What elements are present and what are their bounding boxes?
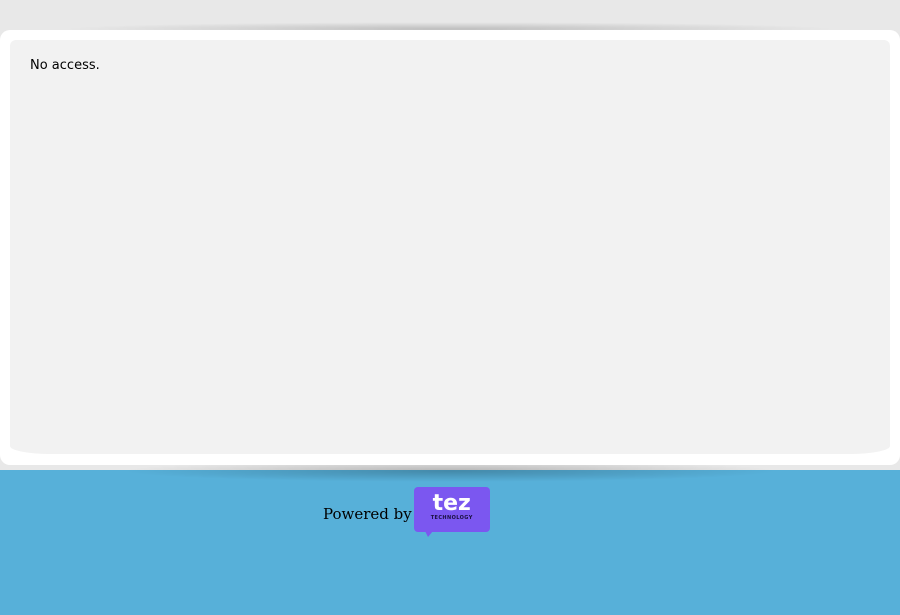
powered-by-label: Powered by	[323, 505, 412, 523]
content-card: No access.	[0, 30, 900, 465]
tez-technology-logo[interactable]: tez TECHNOLOGY	[413, 487, 490, 537]
logo-tagline: TECHNOLOGY	[430, 515, 473, 521]
logo-wordmark: tez	[432, 491, 471, 516]
content-panel: No access.	[10, 40, 890, 454]
powered-by-footer: Powered by tez TECHNOLOGY	[323, 487, 490, 537]
no-access-message: No access.	[30, 58, 100, 73]
